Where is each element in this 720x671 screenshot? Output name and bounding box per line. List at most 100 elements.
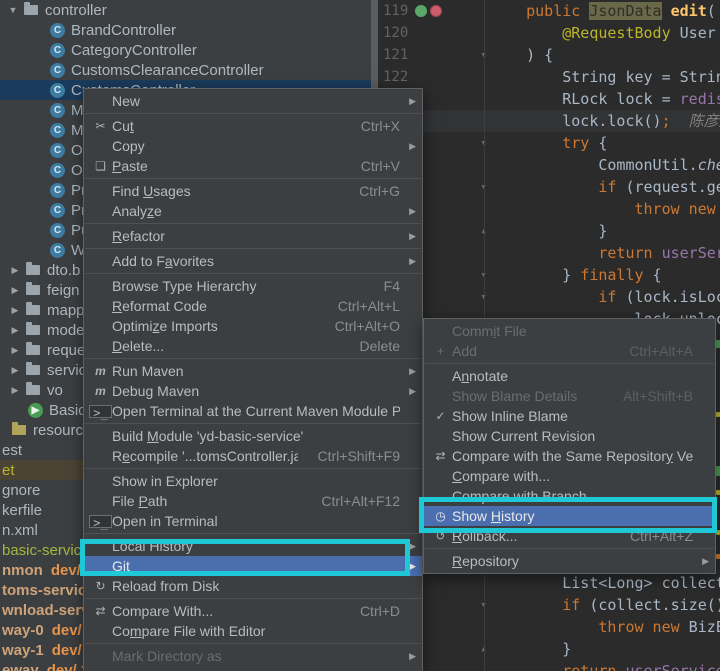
submenu-arrow-icon: ▶ bbox=[409, 650, 416, 661]
menu-item-compare-file-with-editor[interactable]: Compare File with Editor bbox=[84, 621, 422, 641]
menu-item-show-current-revision[interactable]: Show Current Revision bbox=[424, 426, 715, 446]
plus-icon: + bbox=[436, 344, 444, 358]
scrollbar-error-stripe[interactable] bbox=[716, 554, 720, 559]
menu-item-browse-type-hierarchy[interactable]: Browse Type Hierarchy F4 bbox=[84, 276, 422, 296]
compare-icon: ⇄ bbox=[435, 449, 446, 463]
chevron-right-icon[interactable]: ▶ bbox=[8, 305, 22, 316]
menu-item-open-in-terminal[interactable]: >_ Open in Terminal bbox=[84, 511, 422, 531]
menu-item-show-inline-blame[interactable]: ✓ Show Inline Blame bbox=[424, 406, 715, 426]
menu-item-label: Build Module 'yd-basic-service' bbox=[112, 428, 304, 444]
code-line[interactable]: ▴ } bbox=[378, 220, 720, 242]
override-marker-icon[interactable] bbox=[430, 5, 442, 17]
tree-row[interactable]: C CustomsClearanceController bbox=[0, 60, 421, 80]
chevron-right-icon[interactable]: ▶ bbox=[8, 325, 22, 336]
code-line[interactable]: CommonUtil.checkP bbox=[378, 154, 720, 176]
menu-item-find-usages[interactable]: Find Usages Ctrl+G bbox=[84, 181, 422, 201]
code-line[interactable]: 121▾ ) { bbox=[378, 44, 720, 66]
tree-item-label: mode bbox=[47, 321, 85, 339]
menu-item-optimize-imports[interactable]: Optimize Imports Ctrl+Alt+O bbox=[84, 316, 422, 336]
chevron-down-icon[interactable]: ▼ bbox=[6, 5, 20, 15]
tree-row[interactable]: ▼ controller bbox=[0, 0, 377, 20]
code-line[interactable]: lock.lock(); 陈彦斌, bbox=[378, 110, 720, 132]
menu-item-compare-with[interactable]: ⇄ Compare With... Ctrl+D bbox=[84, 601, 422, 621]
code-line[interactable]: List<Long> collect = bbox=[378, 572, 720, 594]
menu-item-repository[interactable]: Repository ▶ bbox=[424, 551, 715, 571]
menu-item-label: Commit File bbox=[452, 323, 527, 339]
menu-item-open-terminal-at-the-current-maven-module-path[interactable]: >_ Open Terminal at the Current Maven Mod… bbox=[84, 401, 422, 421]
reload-icon: ↻ bbox=[95, 579, 106, 593]
class-icon: C bbox=[50, 222, 65, 238]
menu-item-compare-with-the-same-repository-version[interactable]: ⇄ Compare with the Same Repository Versio… bbox=[424, 446, 715, 466]
tree-row[interactable]: C BrandController bbox=[0, 20, 421, 40]
scrollbar-error-stripe[interactable] bbox=[716, 466, 720, 476]
menu-item-shortcut: Delete bbox=[359, 338, 400, 354]
scrollbar-error-stripe[interactable] bbox=[716, 340, 720, 348]
menu-item-label: Compare with the Same Repository Version bbox=[452, 448, 693, 464]
menu-item-label: Open Terminal at the Current Maven Modul… bbox=[112, 403, 400, 419]
tree-item-label: CategoryController bbox=[71, 41, 197, 59]
menu-item-compare-with[interactable]: Compare with... bbox=[424, 466, 715, 486]
menu-item-reformat-code[interactable]: Reformat Code Ctrl+Alt+L bbox=[84, 296, 422, 316]
menu-item-build-module-yd-basic-service[interactable]: Build Module 'yd-basic-service' bbox=[84, 426, 422, 446]
code-line[interactable]: throw new BizExce bbox=[378, 616, 720, 638]
code-line[interactable]: 122 String key = String.f bbox=[378, 66, 720, 88]
scrollbar-error-stripe[interactable] bbox=[716, 490, 720, 495]
code-line[interactable]: throw new Biz bbox=[378, 198, 720, 220]
code-line[interactable]: return userService.di bbox=[378, 660, 720, 671]
menu-separator bbox=[85, 223, 421, 224]
code-line[interactable]: ▾ if (collect.size() > bbox=[378, 594, 720, 616]
code-line[interactable]: ▴ } bbox=[378, 638, 720, 660]
code-line[interactable]: 119 public JsonData edit( bbox=[378, 0, 720, 22]
tree-row[interactable]: C CategoryController bbox=[0, 40, 421, 60]
line-number: 121 bbox=[383, 47, 409, 63]
menu-item-copy[interactable]: Copy ▶ bbox=[84, 136, 422, 156]
menu-item-annotate[interactable]: Annotate bbox=[424, 366, 715, 386]
menu-item-shortcut: Ctrl+V bbox=[360, 158, 400, 174]
menu-item-shortcut: Ctrl+Alt+L bbox=[337, 298, 400, 314]
menu-item-cut[interactable]: ✂ Cut Ctrl+X bbox=[84, 116, 422, 136]
menu-item-paste[interactable]: ❏ Paste Ctrl+V bbox=[84, 156, 422, 176]
code-line[interactable]: ▾ } finally { bbox=[378, 264, 720, 286]
compare-icon: ⇄ bbox=[95, 604, 106, 618]
code-line[interactable]: ▾ try { bbox=[378, 132, 720, 154]
code-text: } bbox=[490, 640, 572, 658]
code-line[interactable]: ▾ if (request.getUs bbox=[378, 176, 720, 198]
menu-item-label: File Path bbox=[112, 493, 168, 509]
menu-item-add-to-favorites[interactable]: Add to Favorites ▶ bbox=[84, 251, 422, 271]
menu-item-reload-from-disk[interactable]: ↻ Reload from Disk bbox=[84, 576, 422, 596]
code-line[interactable]: return userServic bbox=[378, 242, 720, 264]
chevron-right-icon[interactable]: ▶ bbox=[8, 285, 22, 296]
line-number: 120 bbox=[383, 25, 409, 41]
menu-item-add[interactable]: + Add Ctrl+Alt+A bbox=[424, 341, 715, 361]
tree-item-label: controller bbox=[45, 1, 107, 19]
code-line[interactable]: ▾ if (lock.isLocked bbox=[378, 286, 720, 308]
menu-item-delete[interactable]: Delete... Delete bbox=[84, 336, 422, 356]
menu-item-recompile-tomscontroller-java[interactable]: Recompile '...tomsController.java' Ctrl+S… bbox=[84, 446, 422, 466]
folder-icon bbox=[26, 342, 40, 355]
chevron-right-icon[interactable]: ▶ bbox=[8, 365, 22, 376]
menu-item-analyze[interactable]: Analyze ▶ bbox=[84, 201, 422, 221]
menu-item-file-path[interactable]: File Path Ctrl+Alt+F12 bbox=[84, 491, 422, 511]
menu-item-mark-directory-as[interactable]: Mark Directory as ▶ bbox=[84, 646, 422, 666]
menu-item-show-blame-details[interactable]: Show Blame Details Alt+Shift+B bbox=[424, 386, 715, 406]
code-line[interactable]: 120 @RequestBody User bbox=[378, 22, 720, 44]
paste-icon: ❏ bbox=[95, 159, 106, 173]
gutter-icons bbox=[413, 0, 448, 22]
gutter-icons bbox=[413, 44, 448, 66]
menu-item-show-in-explorer[interactable]: Show in Explorer bbox=[84, 471, 422, 491]
spring-mapping-icon[interactable] bbox=[415, 5, 427, 17]
menu-item-label: Run Maven bbox=[112, 363, 184, 379]
menu-item-run-maven[interactable]: m Run Maven ▶ bbox=[84, 361, 422, 381]
chevron-right-icon[interactable]: ▶ bbox=[8, 345, 22, 356]
code-text: } finally { bbox=[490, 266, 662, 284]
chevron-right-icon[interactable]: ▶ bbox=[8, 265, 22, 276]
scrollbar-error-stripe[interactable] bbox=[716, 412, 720, 417]
code-line[interactable]: RLock lock = redisson bbox=[378, 88, 720, 110]
chevron-right-icon[interactable]: ▶ bbox=[8, 385, 22, 396]
menu-item-refactor[interactable]: Refactor ▶ bbox=[84, 226, 422, 246]
terminal-m-icon: >_ bbox=[89, 404, 112, 420]
menu-item-commit-file[interactable]: Commit File bbox=[424, 321, 715, 341]
menu-item-debug-maven[interactable]: m Debug Maven ▶ bbox=[84, 381, 422, 401]
menu-item-new[interactable]: New ▶ bbox=[84, 91, 422, 111]
tree-item-label: toms-service bbox=[2, 581, 95, 599]
